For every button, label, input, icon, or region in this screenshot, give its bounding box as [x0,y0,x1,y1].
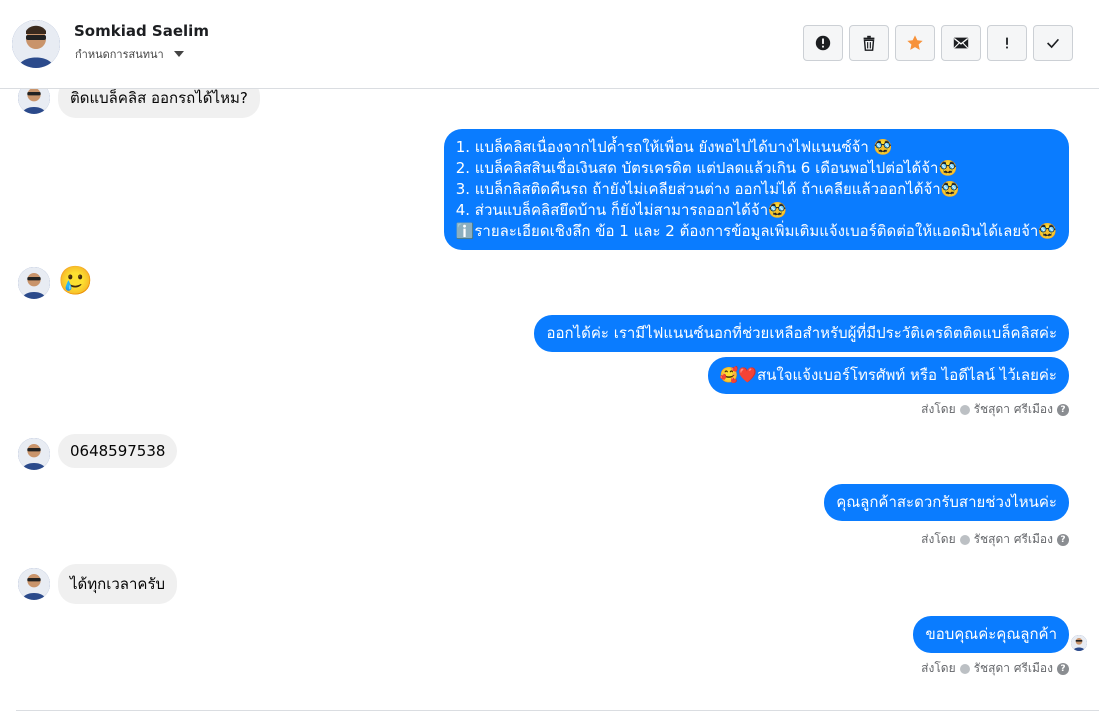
conversation-label-text: กำหนดการสนทนา [75,48,164,61]
conversation-header: Somkiad Saelim กำหนดการสนทนา [0,0,1099,89]
incoming-emoji-message[interactable]: 🥲 [58,265,93,297]
verified-dot-icon [959,534,970,545]
seen-by-avatar [1071,635,1087,651]
help-icon[interactable]: ? [1057,662,1069,675]
sent-by-info: ส่งโดย รัชสุดา ศรีเมือง ? [921,530,1069,549]
help-icon[interactable]: ? [1057,533,1069,546]
incoming-message[interactable]: ได้ทุกเวลาครับ [58,564,178,604]
star-button[interactable] [895,25,935,61]
sent-by-info: ส่งโดย รัชสุดา ศรีเมือง ? [921,659,1069,678]
sent-by-agent: รัชสุดา ศรีเมือง [973,402,1053,416]
sent-by-agent: รัชสุดา ศรีเมือง [973,661,1053,675]
outgoing-message[interactable]: ขอบคุณค่ะคุณลูกค้า [913,616,1069,653]
contact-avatar-small [18,267,50,299]
incoming-message[interactable]: ติดแบล็คลิส ออกรถได้ไหม? [58,89,260,118]
contact-avatar-small [18,89,50,114]
contact-name[interactable]: Somkiad Saelim [74,22,209,40]
contact-avatar-small [18,568,50,600]
mail-icon [953,37,969,49]
contact-avatar-small [18,438,50,470]
sent-by-info: ส่งโดย รัชสุดา ศรีเมือง ? [921,400,1069,419]
chevron-down-icon [173,51,184,57]
trash-icon [863,35,875,51]
conversation-toolbar [803,25,1073,61]
follow-up-button[interactable] [987,25,1027,61]
mark-spam-button[interactable] [803,25,843,61]
verified-dot-icon [959,663,970,674]
star-icon [907,35,923,50]
outgoing-message[interactable]: 1. แบล็คลิสเนื่องจากไปค้ำรถให้เพื่อน ยัง… [443,129,1069,250]
sent-by-label: ส่งโดย [921,661,956,675]
message-line: 4. ส่วนแบล็คลิสยึดบ้าน ก็ยังไม่สามารถออก… [455,201,787,219]
sent-by-label: ส่งโดย [921,532,956,546]
conversation-label-dropdown[interactable]: กำหนดการสนทนา [75,45,184,63]
message-line: 2. แบล็คลิสสินเชื่อเงินสด บัตรเครดิต แต่… [455,159,958,177]
sent-by-agent: รัชสุดา ศรีเมือง [973,532,1053,546]
delete-button[interactable] [849,25,889,61]
outgoing-message[interactable]: ออกได้ค่ะ เรามีไฟแนนซ์นอกที่ช่วยเหลือสำห… [534,315,1069,352]
verified-dot-icon [959,404,970,415]
contact-avatar[interactable] [12,20,60,68]
check-icon [1047,38,1060,49]
alert-circle-icon [815,35,831,51]
outgoing-message[interactable]: 🥰❤️สนใจแจ้งเบอร์โทรศัพท์ หรือ ไอดีไลน์ ไ… [707,357,1069,394]
outgoing-message[interactable]: คุณลูกค้าสะดวกรับสายช่วงไหนค่ะ [824,484,1069,521]
sent-by-label: ส่งโดย [921,402,956,416]
message-line: 3. แบล็กลิสติดคืนรถ ถ้ายังไม่เคลียส่วนต่… [455,180,960,198]
exclamation-icon [1006,37,1008,49]
message-thread[interactable]: ติดแบล็คลิส ออกรถได้ไหม? 1. แบล็คลิสเนื่… [0,89,1099,712]
message-line: ℹ️รายละเอียดเชิงลึก ข้อ 1 และ 2 ต้องการข… [455,222,1057,240]
composer-divider [16,710,1099,711]
help-icon[interactable]: ? [1057,403,1069,416]
mark-done-button[interactable] [1033,25,1073,61]
message-line: 1. แบล็คลิสเนื่องจากไปค้ำรถให้เพื่อน ยัง… [455,138,893,156]
incoming-message[interactable]: 0648597538 [58,434,178,468]
mark-unread-button[interactable] [941,25,981,61]
